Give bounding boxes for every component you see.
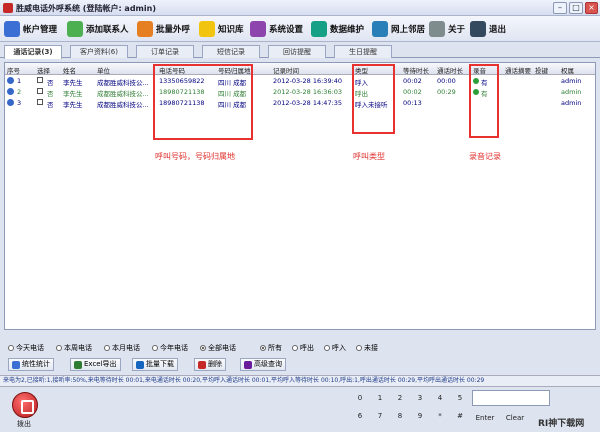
close-button[interactable]: × [585, 2, 598, 14]
col-company[interactable]: 单位 [97, 65, 110, 75]
key-7[interactable]: 7 [370, 411, 390, 422]
record-icon [7, 99, 14, 106]
record-icon [7, 77, 14, 84]
download-icon [136, 360, 144, 369]
toolbar: 帐户管理 添加联系人 批量外呼 知识库 系统设置 数据维护 网上邻居 关于 退出 [0, 16, 600, 42]
col-talk[interactable]: 通话时长 [437, 65, 463, 75]
tab-sms[interactable]: 短信记录 [202, 45, 260, 58]
network-icon [372, 21, 388, 37]
col-time[interactable]: 记录时间 [273, 65, 299, 75]
row-checkbox[interactable] [37, 77, 43, 83]
key-8[interactable]: 8 [390, 411, 410, 422]
table-row[interactable]: 3 否 李先生 成都胜威科技公... 18980721138 四川 成都 201… [5, 98, 595, 109]
toolbar-account-button[interactable]: 帐户管理 [4, 19, 57, 39]
add-contact-icon [67, 21, 83, 37]
filter-bar: 今天电话 本周电话 本月电话 今年电话 全部电话 所有 呼出 呼入 未接 [4, 340, 596, 354]
search-icon [244, 360, 252, 369]
tab-strip: 通话记录(3) 客户资料(6) 订单记录 短信记录 回访提醒 生日提醒 [0, 44, 600, 59]
app-icon [3, 3, 13, 13]
toolbar-batch-call-button[interactable]: 批量外呼 [137, 19, 190, 39]
highlight-type-box [352, 64, 395, 134]
database-icon [311, 21, 327, 37]
excel-export-button[interactable]: Excel导出 [70, 358, 121, 371]
table-row[interactable]: 2 否 李先生 成都胜威科技公... 18980721138 四川 成都 201… [5, 87, 595, 98]
maximize-button[interactable]: □ [569, 2, 583, 14]
user-icon [4, 21, 20, 37]
toolbar-knowledge-button[interactable]: 知识库 [199, 19, 244, 39]
filter-week[interactable]: 本周电话 [56, 343, 92, 353]
batch-download-button[interactable]: 批量下载 [132, 358, 178, 371]
info-icon [429, 21, 445, 37]
record-icon [7, 88, 14, 95]
key-9[interactable]: 9 [410, 411, 430, 422]
tab-orders[interactable]: 订单记录 [136, 45, 194, 58]
enter-button[interactable]: Enter [472, 412, 498, 424]
action-bar: 统性统计 Excel导出 批量下载 删除 高级查询 [4, 357, 596, 372]
highlight-phone-box [153, 64, 253, 140]
stats-button[interactable]: 统性统计 [8, 358, 54, 371]
table-header: 序号 选择 姓名 单位 电话号码 号码归属地 记录时间 类型 等待时长 通话时长… [5, 63, 595, 75]
filter-dir-in[interactable]: 呼入 [324, 343, 346, 353]
chart-icon [12, 360, 20, 369]
dial-label: 拨出 [17, 420, 31, 428]
key-2[interactable]: 2 [390, 393, 410, 404]
filter-dir-out[interactable]: 呼出 [292, 343, 314, 353]
phone-number-input[interactable] [472, 390, 550, 406]
key-6[interactable]: 6 [350, 411, 370, 422]
call-records-table: 序号 选择 姓名 单位 电话号码 号码归属地 记录时间 类型 等待时长 通话时长… [4, 62, 596, 330]
filter-year[interactable]: 今年电话 [152, 343, 188, 353]
dial-button[interactable] [12, 392, 38, 418]
col-name[interactable]: 姓名 [63, 65, 76, 75]
filter-dir-missed[interactable]: 未接 [356, 343, 378, 353]
tools-icon [250, 21, 266, 37]
excel-icon [74, 360, 82, 369]
delete-button[interactable]: 删除 [194, 358, 226, 371]
tab-followup[interactable]: 回访提醒 [268, 45, 326, 58]
key-0[interactable]: 0 [350, 393, 370, 404]
key-star[interactable]: * [430, 411, 450, 422]
exit-icon [470, 21, 486, 37]
tab-customers[interactable]: 客户资料(6) [70, 45, 128, 58]
toolbar-add-contact-button[interactable]: 添加联系人 [67, 19, 129, 39]
toolbar-settings-button[interactable]: 系统设置 [250, 19, 303, 39]
key-hash[interactable]: # [450, 411, 470, 422]
col-owner[interactable]: 权属 [561, 65, 574, 75]
clear-button[interactable]: Clear [502, 412, 528, 424]
row-checkbox[interactable] [37, 88, 43, 94]
toolbar-exit-button[interactable]: 退出 [470, 19, 506, 39]
key-5[interactable]: 5 [450, 393, 470, 404]
annotation-recording: 录音记录 [469, 152, 501, 161]
toolbar-data-button[interactable]: 数据维护 [311, 19, 364, 39]
filter-all[interactable]: 全部电话 [200, 343, 236, 353]
delete-icon [198, 360, 206, 369]
annotation-type: 呼叫类型 [353, 152, 385, 161]
title-bar: 胜威电话外呼系统 (登陆帐户: admin) – □ × [0, 0, 600, 16]
col-summary[interactable]: 通话摘要 [505, 65, 531, 75]
advanced-search-button[interactable]: 高级查询 [240, 358, 286, 371]
filter-today[interactable]: 今天电话 [8, 343, 44, 353]
col-wait[interactable]: 等待时长 [403, 65, 429, 75]
row-checkbox[interactable] [37, 99, 43, 105]
watermark: RI神下载网 [538, 419, 585, 429]
col-select[interactable]: 选择 [37, 65, 50, 75]
batch-call-icon [137, 21, 153, 37]
table-row[interactable]: 1 否 李先生 成都胜威科技公... 13350659822 四川 成都 201… [5, 76, 595, 87]
col-no[interactable]: 序号 [7, 65, 20, 75]
window-title: 胜威电话外呼系统 (登陆帐户: admin) [16, 4, 156, 13]
tab-call-records[interactable]: 通话记录(3) [4, 45, 62, 59]
tab-birthday[interactable]: 生日提醒 [334, 45, 392, 58]
key-3[interactable]: 3 [410, 393, 430, 404]
toolbar-network-button[interactable]: 网上邻居 [372, 19, 425, 39]
annotation-phone: 呼叫号码，号码归属地 [155, 152, 235, 161]
minimize-button[interactable]: – [553, 2, 567, 14]
key-1[interactable]: 1 [370, 393, 390, 404]
filter-dir-all[interactable]: 所有 [260, 343, 282, 353]
toolbar-about-button[interactable]: 关于 [429, 19, 465, 39]
filter-month[interactable]: 本月电话 [104, 343, 140, 353]
col-key[interactable]: 投键 [535, 65, 548, 75]
knowledge-icon [199, 21, 215, 37]
highlight-recording-box [469, 64, 499, 138]
key-4[interactable]: 4 [430, 393, 450, 404]
status-bar: 来电为2,已接听:1,接听率:50%,来电等待时长 00:01,来电通话时长 0… [0, 375, 600, 387]
